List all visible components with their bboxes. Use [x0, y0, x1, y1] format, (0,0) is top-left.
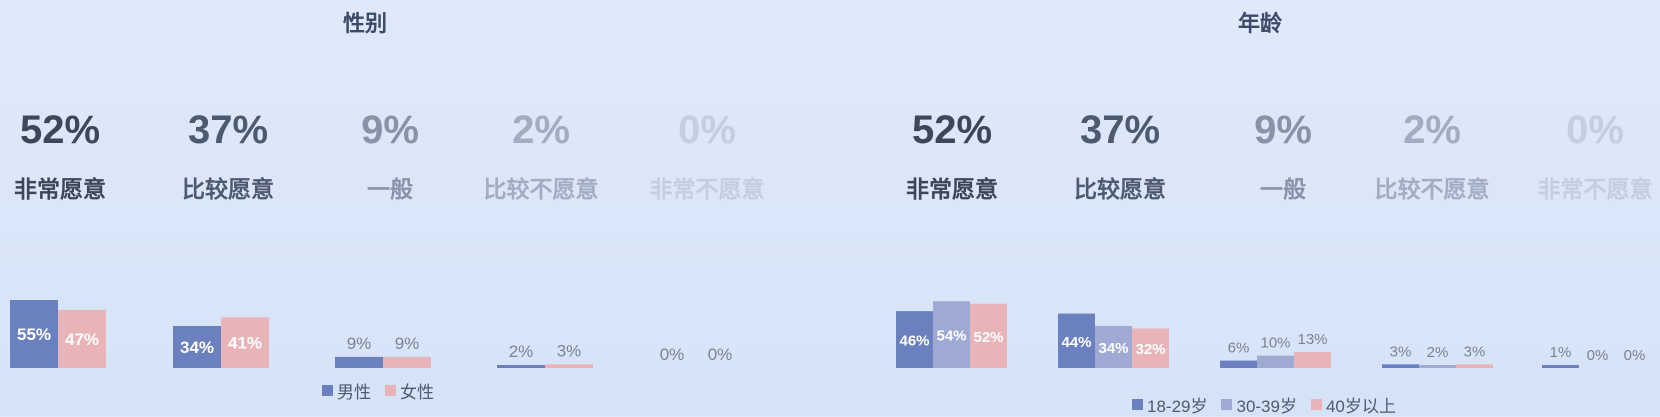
gender-bar-3-1	[545, 364, 593, 368]
gender-bar-label-2-1: 9%	[395, 334, 420, 353]
age-bar-label-1-1: 34%	[1098, 340, 1128, 357]
gender-bar-2-0	[335, 356, 383, 368]
age-bar-4-0	[1542, 365, 1579, 368]
legend-swatch-40-plus	[1310, 399, 1322, 410]
age-bar-label-4-0: 1%	[1550, 344, 1572, 361]
age-bar-label-3-0: 3%	[1390, 343, 1412, 360]
legend-swatch-male	[322, 385, 333, 396]
gender-bar-chart: 55% 47% 34% 41% 9% 9% 2% 3% 0% 0%	[10, 300, 733, 368]
gender-bar-label-4-0: 0%	[660, 345, 685, 364]
age-bar-2-2	[1294, 351, 1331, 368]
age-bar-label-3-2: 3%	[1464, 343, 1486, 360]
age-bar-3-1	[1419, 365, 1456, 368]
gender-bar-label-0-1: 47%	[65, 330, 99, 349]
age-bar-label-2-1: 10%	[1260, 335, 1290, 352]
gender-bar-label-1-1: 41%	[228, 334, 262, 353]
age-bar-label-0-1: 54%	[936, 328, 966, 345]
age-bar-label-1-0: 44%	[1061, 334, 1091, 351]
age-bar-label-0-0: 46%	[899, 333, 929, 350]
age-bar-label-4-2: 0%	[1624, 347, 1646, 364]
legend-swatch-30-39	[1221, 399, 1233, 410]
gender-bar-label-1-0: 34%	[180, 338, 214, 357]
gender-bar-2-1	[383, 356, 431, 368]
legend-item-male: 男性	[322, 378, 371, 403]
gender-bar-label-3-1: 3%	[557, 341, 582, 360]
legend-label-40-plus: 40岁以上	[1325, 397, 1396, 416]
legend-label-male: 男性	[337, 383, 371, 402]
gender-bar-3-0	[497, 365, 545, 368]
survey-willingness-dashboard: 性别 52% 37% 9% 2% 0% 非常愿意 比较愿意 一般 比较不愿意 非…	[0, 0, 1660, 416]
age-bar-2-0	[1220, 360, 1257, 368]
age-panel: 年龄 52% 37% 9% 2% 0% 非常愿意 比较愿意 一般 比较不愿意 非…	[880, 0, 1660, 416]
gender-panel: 性别 52% 37% 9% 2% 0% 非常愿意 比较愿意 一般 比较不愿意 非…	[0, 0, 800, 416]
age-bar-label-3-1: 2%	[1427, 344, 1449, 361]
age-bar-label-4-1: 0%	[1587, 347, 1609, 364]
age-bar-label-0-2: 52%	[973, 329, 1003, 346]
age-bar-3-2	[1456, 364, 1493, 368]
age-bar-3-0	[1382, 364, 1419, 368]
legend-label-18-29: 18-29岁	[1147, 397, 1208, 416]
legend-swatch-female	[385, 385, 396, 396]
legend-item-40-plus: 40岁以上	[1310, 392, 1396, 417]
gender-bar-label-2-0: 9%	[347, 334, 372, 353]
age-bar-label-2-2: 13%	[1297, 331, 1327, 348]
legend-label-30-39: 30-39岁	[1236, 397, 1297, 416]
legend-item-18-29: 18-29岁	[1132, 392, 1207, 417]
age-bar-2-1	[1257, 355, 1294, 368]
legend-item-30-39: 30-39岁	[1221, 392, 1297, 417]
age-bar-label-1-2: 32%	[1135, 341, 1165, 358]
gender-legend: 男性 女性	[322, 378, 442, 403]
gender-bar-label-3-0: 2%	[509, 342, 534, 361]
legend-label-female: 女性	[400, 383, 434, 402]
gender-bar-label-4-1: 0%	[708, 345, 733, 364]
age-legend: 18-29岁 30-39岁 40岁以上	[1132, 392, 1404, 417]
legend-item-female: 女性	[385, 378, 434, 403]
age-bar-chart: 46% 54% 52% 44% 34% 32% 6% 10% 13% 3% 2% 3% 1% 0% 0%	[896, 301, 1646, 368]
age-bar-label-2-0: 6%	[1228, 340, 1250, 357]
gender-bar-label-0-0: 55%	[17, 325, 51, 344]
legend-swatch-18-29	[1132, 399, 1143, 410]
